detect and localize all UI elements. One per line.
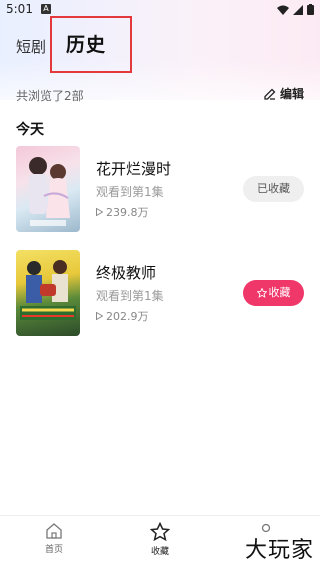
- collect-button[interactable]: 收藏: [243, 280, 304, 306]
- history-item[interactable]: 终极教师 观看到第1集 202.9万 收藏: [16, 250, 304, 336]
- status-bar: 5:01 A: [0, 0, 320, 20]
- play-icon: [96, 312, 103, 320]
- watch-progress: 观看到第1集: [96, 289, 164, 303]
- view-count-value: 239.8万: [106, 206, 149, 219]
- drama-title: 终极教师: [96, 264, 157, 282]
- nav-home[interactable]: 首页: [24, 522, 84, 555]
- collected-button[interactable]: 已收藏: [243, 176, 304, 202]
- home-icon: [46, 523, 62, 539]
- nav-collect-label: 收藏: [150, 547, 169, 557]
- nav-collect[interactable]: 收藏: [130, 522, 190, 557]
- wifi-icon: [277, 5, 289, 15]
- tab-history-label: 历史: [66, 34, 107, 56]
- section-today: 今天: [16, 122, 44, 138]
- status-time: 5:01: [6, 2, 33, 16]
- poster-image[interactable]: [16, 146, 80, 232]
- view-count: 202.9万: [96, 308, 149, 324]
- poster-illustration: [29, 157, 70, 226]
- top-tabs: 短剧 历史: [0, 16, 320, 76]
- poster-illustration: [20, 260, 76, 320]
- star-outline-icon: [256, 288, 267, 298]
- edit-button[interactable]: 编辑: [264, 85, 304, 102]
- star-icon: [150, 522, 170, 542]
- tab-history[interactable]: 历史: [50, 16, 132, 73]
- signal-icon: [293, 4, 303, 15]
- pencil-icon: [264, 88, 276, 100]
- status-icons: [277, 4, 314, 15]
- watch-progress: 观看到第1集: [96, 185, 164, 199]
- notification-a-icon: A: [41, 4, 51, 14]
- drama-title: 花开烂漫时: [96, 160, 172, 178]
- watermark-logo: 大玩家: [244, 538, 314, 563]
- play-icon: [96, 208, 103, 216]
- battery-icon: [307, 4, 314, 15]
- browse-count: 共浏览了2部: [16, 89, 84, 103]
- nav-home-label: 首页: [44, 545, 63, 555]
- collect-button-label: 收藏: [268, 286, 291, 299]
- tab-drama[interactable]: 短剧: [16, 36, 46, 57]
- history-item[interactable]: 花开烂漫时 观看到第1集 239.8万 已收藏: [16, 146, 304, 232]
- view-count: 239.8万: [96, 204, 149, 220]
- edit-label: 编辑: [279, 87, 304, 101]
- view-count-value: 202.9万: [106, 310, 149, 323]
- poster-image[interactable]: [16, 250, 80, 336]
